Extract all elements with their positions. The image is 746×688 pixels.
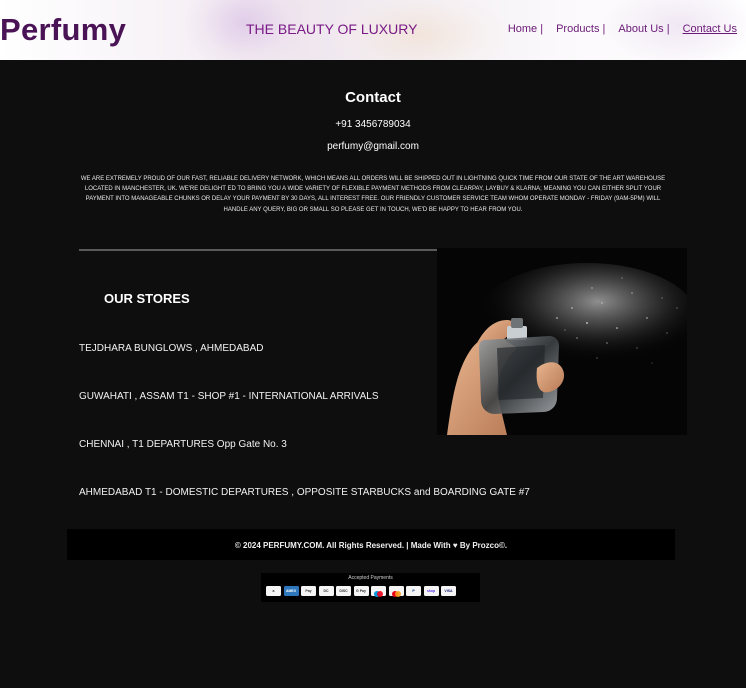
shop-pay-icon: shop — [423, 586, 439, 596]
store-item: TEJDHARA BUNGLOWS , AHMEDABAD — [79, 343, 264, 354]
store-item: AHMEDABAD T1 - DOMESTIC DEPARTURES , OPP… — [79, 487, 530, 498]
maestro-icon — [371, 586, 386, 597]
payment-card-text: VISA — [444, 588, 453, 593]
nav-contact-us[interactable]: Contact Us — [683, 23, 737, 35]
payment-card-text: DISC — [339, 588, 348, 593]
payment-card-text: shop — [426, 588, 436, 593]
perfume-spray-image — [437, 248, 687, 435]
nav-products[interactable]: Products | — [556, 23, 605, 35]
perfume-spray-illustration — [437, 248, 687, 435]
amex-icon: AMEX — [283, 586, 299, 596]
payment-card-text: Pay — [305, 588, 312, 593]
visa-icon: VISA — [441, 586, 456, 596]
footer-copyright: © 2024 PERFUMY.COM. All Rights Reserved.… — [234, 541, 508, 550]
site-tagline: THE BEAUTY OF LUXURY — [246, 21, 418, 37]
apple-pay-icon: Pay — [301, 586, 316, 596]
store-item: CHENNAI , T1 DEPARTURES Opp Gate No. 3 — [79, 439, 287, 450]
about-text: WE ARE EXTREMELY PROUD OF OUR FAST, RELI… — [80, 176, 666, 213]
amazon-pay-icon: a — [266, 586, 281, 596]
payments-label: Accepted Payments — [348, 575, 393, 581]
store-item: GUWAHATI , ASSAM T1 - SHOP #1 - INTERNAT… — [79, 391, 379, 402]
google-pay-icon: G Pay — [353, 586, 369, 596]
payment-card-text: a — [272, 588, 275, 593]
site-header: Perfumy THE BEAUTY OF LUXURY Home | Prod… — [0, 0, 746, 60]
main-nav: Home | Products | About Us | Contact Us — [495, 23, 737, 35]
stores-title: OUR STORES — [104, 291, 190, 306]
footer-bar: © 2024 PERFUMY.COM. All Rights Reserved.… — [67, 529, 675, 560]
contact-phone: +91 3456789034 — [335, 119, 411, 130]
payment-card-text: DC — [323, 588, 329, 593]
nav-about-us[interactable]: About Us | — [618, 23, 669, 35]
accepted-payments: Accepted Payments a AMEX Pay DC DISC G Pay Psh… — [261, 573, 480, 602]
payment-card-text: AMEX — [285, 588, 297, 593]
site-logo[interactable]: Perfumy — [0, 12, 126, 48]
contact-email: perfumy@gmail.com — [327, 141, 419, 152]
paypal-icon: P — [406, 586, 421, 596]
diners-club-icon: DC — [318, 586, 334, 596]
nav-home[interactable]: Home | — [508, 23, 543, 35]
discover-icon: DISC — [336, 586, 351, 596]
contact-title: Contact — [345, 89, 401, 106]
mastercard-icon — [388, 586, 404, 597]
payment-card-text: G Pay — [356, 588, 366, 593]
payment-card-text: P — [412, 588, 415, 593]
payment-cards: a AMEX Pay DC DISC G Pay Pshop VISA — [266, 586, 459, 597]
section-divider — [79, 249, 437, 251]
